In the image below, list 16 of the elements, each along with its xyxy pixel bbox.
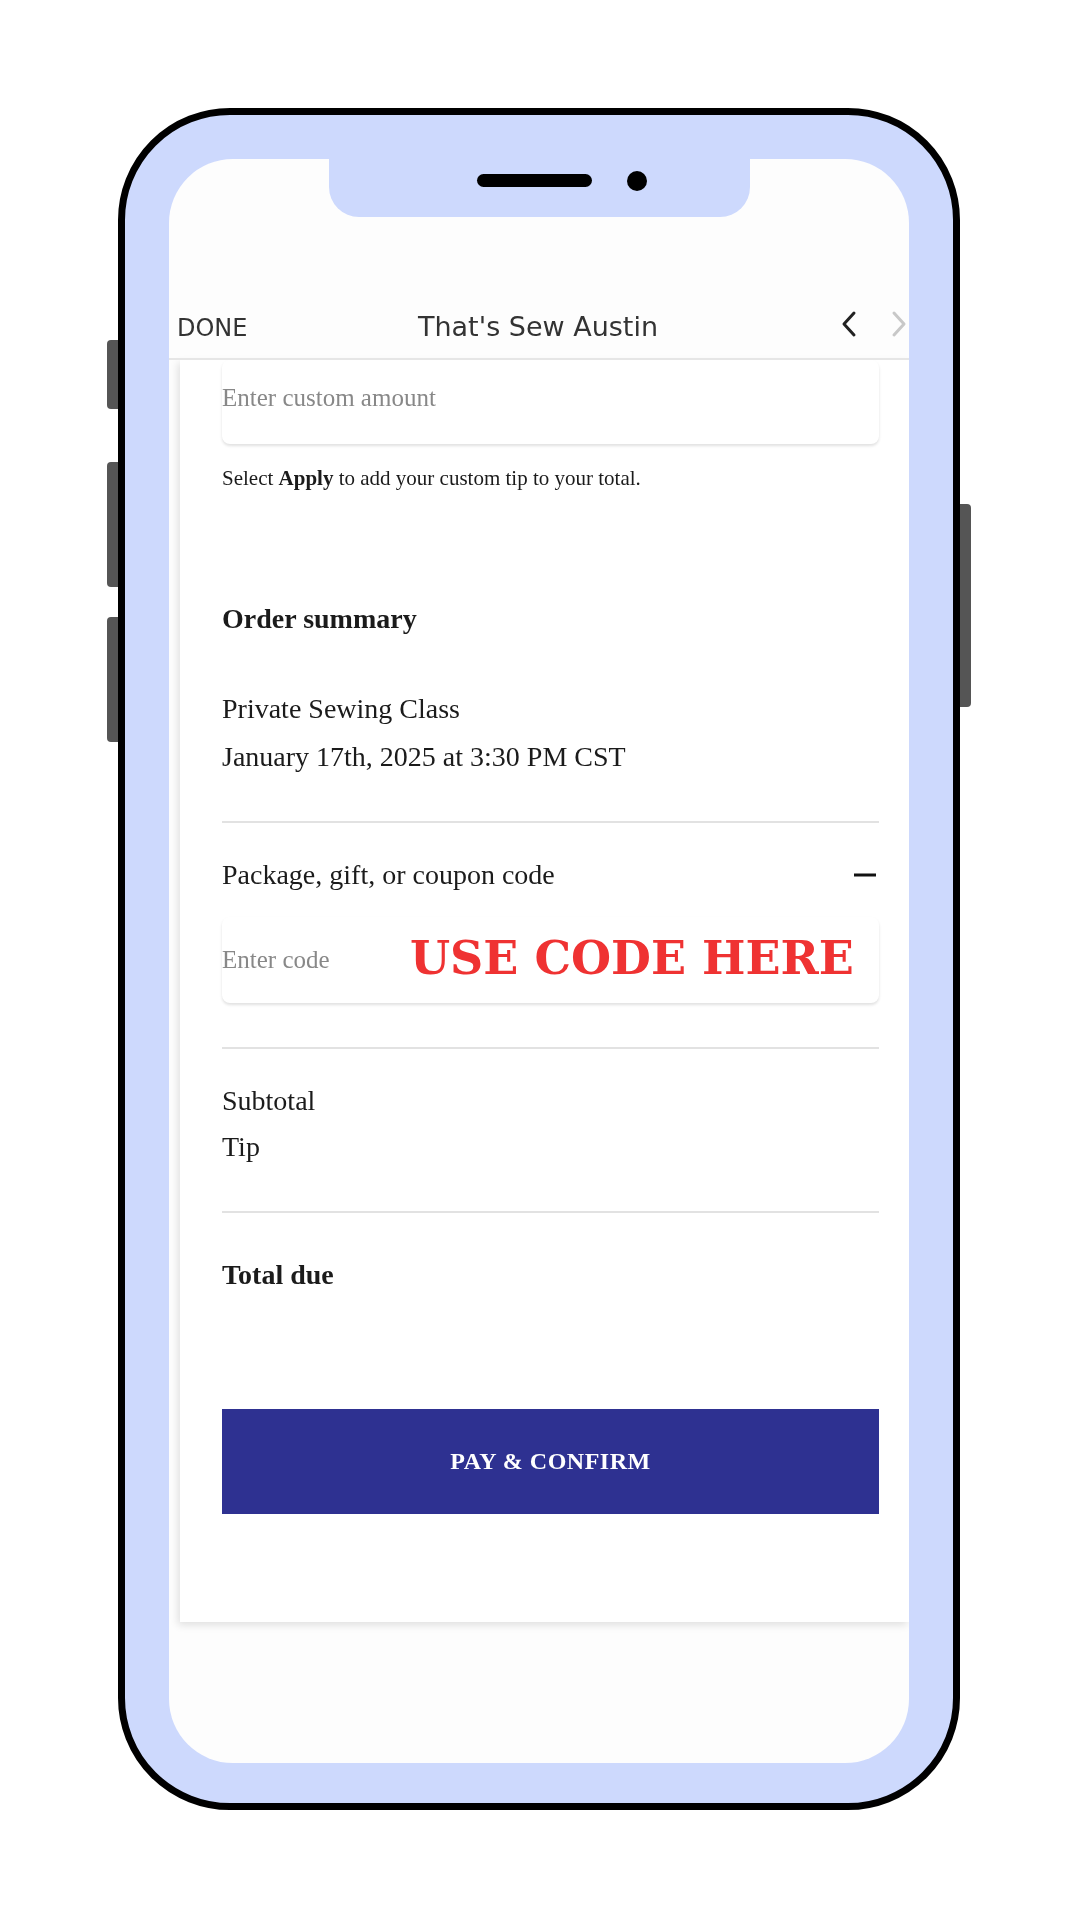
total-line-label: Tip <box>222 1131 261 1163</box>
item-date: January 17th, 2025 at 3:30 PM CST <box>222 741 627 773</box>
annotation-text: USE CODE HERE <box>410 931 854 985</box>
speaker-icon <box>477 174 592 187</box>
done-button[interactable]: DONE <box>169 314 248 342</box>
camera-icon <box>627 171 647 191</box>
back-chevron-icon[interactable] <box>841 310 857 338</box>
tip-hint: Select Apply to add your custom tip to your total. <box>222 466 642 491</box>
total-due-label: Total due <box>222 1259 335 1291</box>
order-summary-heading: Order summary <box>222 603 418 635</box>
item-name: Private Sewing Class <box>222 693 461 725</box>
page-title: That's Sew Austin <box>417 311 659 342</box>
pay-confirm-button[interactable]: PAY & CONFIRM <box>222 1409 879 1514</box>
total-line-label: Subtotal <box>222 1085 317 1117</box>
custom-amount-field[interactable]: Enter custom amount <box>222 360 879 444</box>
coupon-label: Package, gift, or coupon code <box>222 859 555 891</box>
